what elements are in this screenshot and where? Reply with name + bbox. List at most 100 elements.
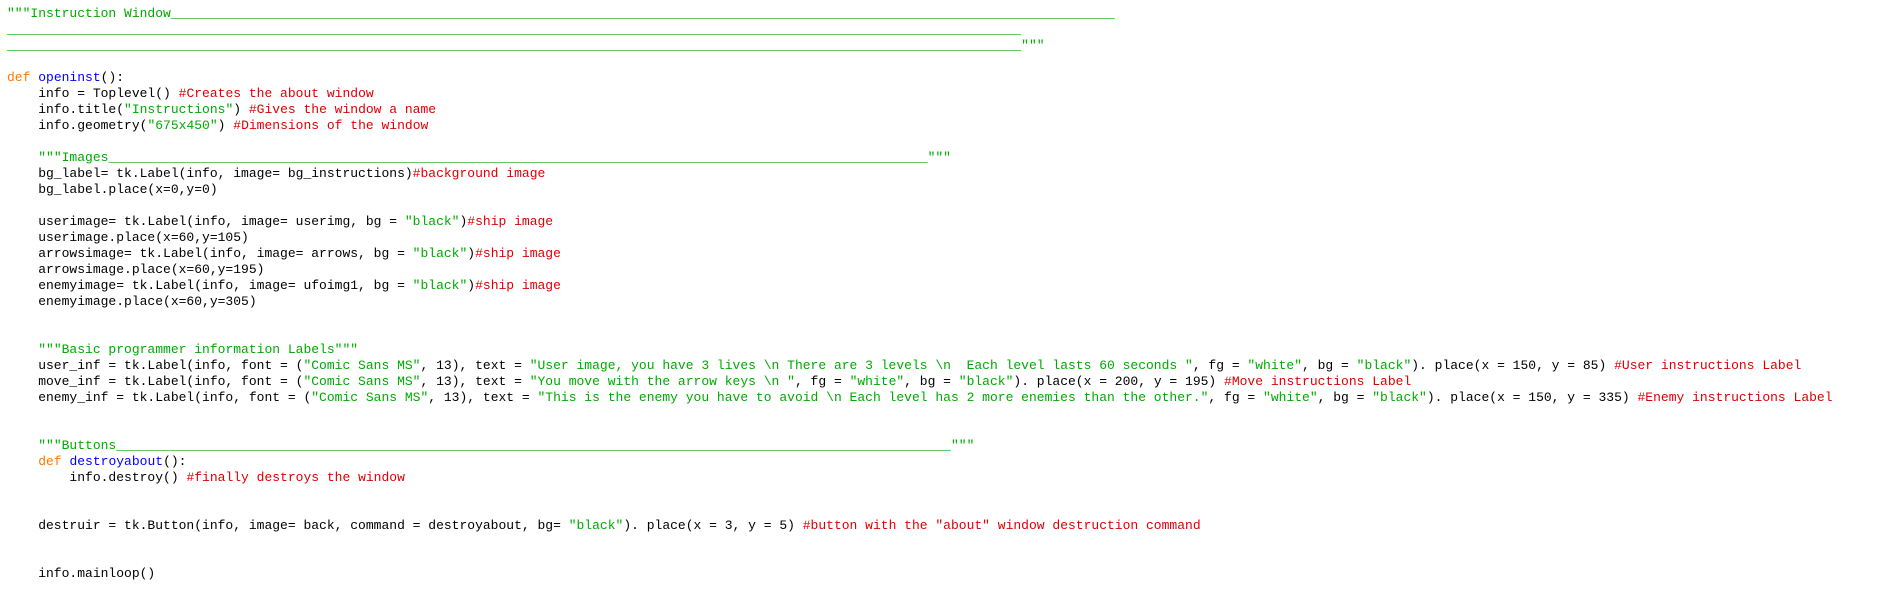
code-token-comment: #Move instructions Label <box>1224 374 1412 389</box>
code-token-comment: #ship image <box>475 278 561 293</box>
code-token-string: "User image, you have 3 lives \n There a… <box>529 358 1193 373</box>
code-token-plain: ) <box>233 102 249 117</box>
code-line: info.mainloop() <box>7 566 1833 582</box>
code-token-plain: arrowsimage= tk.Label(info, image= arrow… <box>7 246 413 261</box>
code-token-string: "Comic Sans MS" <box>311 390 429 405</box>
code-token-plain: info.mainloop() <box>7 566 156 581</box>
code-token-string: "white" <box>1247 358 1303 373</box>
code-token-string: "black" <box>568 518 624 533</box>
code-line: move_inf = tk.Label(info, font = ("Comic… <box>7 374 1833 390</box>
code-token-plain: enemyimage.place(x=60,y=305) <box>7 294 257 309</box>
code-token-string: "This is the enemy you have to avoid \n … <box>537 390 1209 405</box>
code-line: arrowsimage= tk.Label(info, image= arrow… <box>7 246 1833 262</box>
code-token-comment: #Gives the window a name <box>248 102 437 117</box>
code-token-plain: (): <box>163 454 187 469</box>
code-line: ________________________________________… <box>7 22 1833 38</box>
code-token-plain: info.geometry( <box>7 118 148 133</box>
code-token-string: ________________________________________… <box>7 38 1045 53</box>
code-line: userimage.place(x=60,y=105) <box>7 230 1833 246</box>
code-token-plain: ). place(x = 150, y = 85) <box>1411 358 1615 373</box>
code-token-string: "black" <box>412 246 468 261</box>
code-token-comment: #background image <box>412 166 546 181</box>
code-token-plain: , bg = <box>1302 358 1357 373</box>
code-token-plain: userimage= tk.Label(info, image= userimg… <box>7 214 405 229</box>
code-token-plain: , fg = <box>1208 390 1264 405</box>
code-token-plain: bg_label= tk.Label(info, image= bg_instr… <box>7 166 413 181</box>
code-line: def openinst(): <box>7 70 1833 86</box>
code-line: def destroyabout(): <box>7 454 1833 470</box>
code-token-plain: ). place(x = 150, y = 335) <box>1426 390 1638 405</box>
code-line: bg_label.place(x=0,y=0) <box>7 182 1833 198</box>
code-token-comment: #ship image <box>467 214 554 229</box>
code-token-plain: ) <box>217 118 234 133</box>
code-token-plain: destruir = tk.Button(info, image= back, … <box>7 518 569 533</box>
code-text-area[interactable]: """Instruction Window___________________… <box>7 6 1833 582</box>
code-token-comment: #ship image <box>475 246 561 261</box>
code-token-plain: , 13), text = <box>420 374 530 389</box>
code-token-plain: move_inf = tk.Label(info, font = ( <box>7 374 304 389</box>
code-token-plain: enemy_inf = tk.Label(info, font = ( <box>7 390 312 405</box>
code-token-string: "black" <box>412 278 468 293</box>
code-line: arrowsimage.place(x=60,y=195) <box>7 262 1833 278</box>
code-token-string: "Comic Sans MS" <box>303 358 421 373</box>
code-token-string: """Buttons______________________________… <box>38 438 975 453</box>
code-token-definition: destroyabout <box>69 454 164 469</box>
code-token-string: "black" <box>958 374 1014 389</box>
code-line: """Instruction Window___________________… <box>7 6 1833 22</box>
code-token-keyword: def <box>7 70 39 85</box>
code-editor[interactable]: """Instruction Window___________________… <box>0 0 1900 592</box>
code-line: bg_label= tk.Label(info, image= bg_instr… <box>7 166 1833 182</box>
code-token-plain: arrowsimage.place(x=60,y=195) <box>7 262 265 277</box>
code-line: enemyimage= tk.Label(info, image= ufoimg… <box>7 278 1833 294</box>
code-line: info = Toplevel() #Creates the about win… <box>7 86 1833 102</box>
code-line: info.title("Instructions") #Gives the wi… <box>7 102 1833 118</box>
code-line: info.destroy() #finally destroys the win… <box>7 470 1833 486</box>
code-token-plain: , fg = <box>1192 358 1248 373</box>
code-token-plain: , fg = <box>794 374 850 389</box>
code-token-plain: info.title( <box>7 102 125 117</box>
code-token-plain: info = Toplevel() <box>7 86 179 101</box>
code-token-string: """Instruction Window___________________… <box>7 6 1115 21</box>
code-line: info.geometry("675x450") #Dimensions of … <box>7 118 1833 134</box>
code-token-plain: ). place(x = 3, y = 5) <box>623 518 803 533</box>
code-token-string: "black" <box>404 214 460 229</box>
code-line: enemy_inf = tk.Label(info, font = ("Comi… <box>7 390 1832 406</box>
code-line: destruir = tk.Button(info, image= back, … <box>7 518 1833 534</box>
code-token-plain: info.destroy() <box>7 470 187 485</box>
code-token-string: "You move with the arrow keys \n " <box>529 374 795 389</box>
code-token-plain: enemyimage= tk.Label(info, image= ufoimg… <box>7 278 413 293</box>
code-token-string: "black" <box>1372 390 1427 405</box>
code-token-comment: #Creates the about window <box>178 86 374 101</box>
code-line: user_inf = tk.Label(info, font = ("Comic… <box>7 358 1833 374</box>
code-line: ________________________________________… <box>7 38 1833 54</box>
code-token-plain: user_inf = tk.Label(info, font = ( <box>7 358 304 373</box>
code-token-comment: #button with the "about" window destruct… <box>802 518 1201 533</box>
code-token-string: """Basic programmer information Labels""… <box>38 342 359 357</box>
code-token-comment: #finally destroys the window <box>186 470 405 485</box>
code-token-definition: openinst <box>38 70 101 85</box>
code-token-string: "Comic Sans MS" <box>303 374 421 389</box>
code-token-plain: bg_label.place(x=0,y=0) <box>7 182 218 197</box>
code-token-plain: ) <box>467 278 476 293</box>
code-token-string: "675x450" <box>147 118 218 133</box>
code-token-comment: #Dimensions of the window <box>233 118 429 133</box>
code-token-string: "Instructions" <box>124 102 234 117</box>
code-line: userimage= tk.Label(info, image= userimg… <box>7 214 1833 230</box>
code-token-plain: (): <box>100 70 125 85</box>
code-line: """Basic programmer information Labels""… <box>7 342 1833 358</box>
code-token-plain: , bg = <box>1317 390 1373 405</box>
code-token-plain: userimage.place(x=60,y=105) <box>7 230 249 245</box>
